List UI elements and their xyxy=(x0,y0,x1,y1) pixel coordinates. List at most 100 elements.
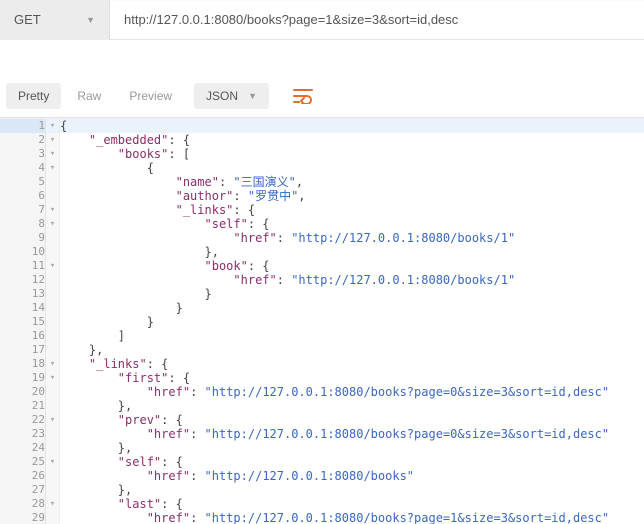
fold-toggle[interactable]: ▾ xyxy=(46,161,60,175)
code-content: ] xyxy=(60,329,644,343)
code-line[interactable]: 5 "name": "三国演义", xyxy=(0,175,644,189)
fold-toggle[interactable]: ▾ xyxy=(46,119,60,133)
fold-toggle[interactable]: ▾ xyxy=(46,497,60,511)
code-line[interactable]: 12 "href": "http://127.0.0.1:8080/books/… xyxy=(0,273,644,287)
code-line[interactable]: 21 }, xyxy=(0,399,644,413)
line-number: 21 xyxy=(0,399,46,413)
fold-toggle xyxy=(46,385,60,399)
code-line[interactable]: 8▾ "self": { xyxy=(0,217,644,231)
code-line[interactable]: 9 "href": "http://127.0.0.1:8080/books/1… xyxy=(0,231,644,245)
code-line[interactable]: 28▾ "last": { xyxy=(0,497,644,511)
body-format-select[interactable]: JSON ▼ xyxy=(194,83,269,109)
line-number: 26 xyxy=(0,469,46,483)
fold-toggle xyxy=(46,189,60,203)
fold-toggle[interactable]: ▾ xyxy=(46,413,60,427)
line-number: 8 xyxy=(0,217,46,231)
code-content: "href": "http://127.0.0.1:8080/books/1" xyxy=(60,231,644,245)
line-number: 15 xyxy=(0,315,46,329)
tab-raw[interactable]: Raw xyxy=(65,83,113,109)
code-line[interactable]: 14 } xyxy=(0,301,644,315)
http-method-select[interactable]: GET ▼ xyxy=(0,0,110,40)
code-line[interactable]: 18▾ "_links": { xyxy=(0,357,644,371)
line-number: 9 xyxy=(0,231,46,245)
code-content: "_embedded": { xyxy=(60,133,644,147)
line-number: 12 xyxy=(0,273,46,287)
code-content: }, xyxy=(60,483,644,497)
code-content: "_links": { xyxy=(60,203,644,217)
line-number: 10 xyxy=(0,245,46,259)
code-line[interactable]: 6 "author": "罗贯中", xyxy=(0,189,644,203)
url-input[interactable] xyxy=(110,1,644,39)
fold-toggle[interactable]: ▾ xyxy=(46,217,60,231)
code-content: "book": { xyxy=(60,259,644,273)
fold-toggle xyxy=(46,441,60,455)
code-lines: 1▾{2▾ "_embedded": {3▾ "books": [4▾ {5 "… xyxy=(0,119,644,524)
line-number: 23 xyxy=(0,427,46,441)
fold-toggle xyxy=(46,231,60,245)
code-content: } xyxy=(60,287,644,301)
code-line[interactable]: 2▾ "_embedded": { xyxy=(0,133,644,147)
code-content: }, xyxy=(60,441,644,455)
code-line[interactable]: 20 "href": "http://127.0.0.1:8080/books?… xyxy=(0,385,644,399)
code-line[interactable]: 22▾ "prev": { xyxy=(0,413,644,427)
code-line[interactable]: 27 }, xyxy=(0,483,644,497)
code-content: "prev": { xyxy=(60,413,644,427)
code-line[interactable]: 26 "href": "http://127.0.0.1:8080/books" xyxy=(0,469,644,483)
request-bar: GET ▼ xyxy=(0,0,644,40)
line-number: 14 xyxy=(0,301,46,315)
line-number: 19 xyxy=(0,371,46,385)
line-number: 3 xyxy=(0,147,46,161)
code-line[interactable]: 13 } xyxy=(0,287,644,301)
code-content: "self": { xyxy=(60,455,644,469)
code-content: { xyxy=(60,119,644,133)
fold-toggle xyxy=(46,301,60,315)
code-line[interactable]: 10 }, xyxy=(0,245,644,259)
code-line[interactable]: 11▾ "book": { xyxy=(0,259,644,273)
line-number: 17 xyxy=(0,343,46,357)
code-line[interactable]: 17 }, xyxy=(0,343,644,357)
line-number: 22 xyxy=(0,413,46,427)
code-content: "href": "http://127.0.0.1:8080/books?pag… xyxy=(60,427,644,441)
code-content: } xyxy=(60,301,644,315)
fold-toggle xyxy=(46,343,60,357)
fold-toggle[interactable]: ▾ xyxy=(46,371,60,385)
line-number: 4 xyxy=(0,161,46,175)
fold-toggle[interactable]: ▾ xyxy=(46,357,60,371)
code-line[interactable]: 23 "href": "http://127.0.0.1:8080/books?… xyxy=(0,427,644,441)
code-content: "author": "罗贯中", xyxy=(60,189,644,203)
code-line[interactable]: 3▾ "books": [ xyxy=(0,147,644,161)
code-content: { xyxy=(60,161,644,175)
line-number: 11 xyxy=(0,259,46,273)
code-content: "_links": { xyxy=(60,357,644,371)
fold-toggle[interactable]: ▾ xyxy=(46,133,60,147)
code-line[interactable]: 7▾ "_links": { xyxy=(0,203,644,217)
code-content: "first": { xyxy=(60,371,644,385)
code-line[interactable]: 15 } xyxy=(0,315,644,329)
code-content: "href": "http://127.0.0.1:8080/books?pag… xyxy=(60,385,644,399)
line-number: 27 xyxy=(0,483,46,497)
fold-toggle[interactable]: ▾ xyxy=(46,147,60,161)
code-line[interactable]: 24 }, xyxy=(0,441,644,455)
wrap-lines-button[interactable] xyxy=(289,82,317,110)
fold-toggle xyxy=(46,427,60,441)
response-view-bar: Pretty Raw Preview JSON ▼ xyxy=(0,75,644,118)
code-line[interactable]: 29 "href": "http://127.0.0.1:8080/books?… xyxy=(0,511,644,524)
line-number: 6 xyxy=(0,189,46,203)
line-number: 29 xyxy=(0,511,46,524)
fold-toggle[interactable]: ▾ xyxy=(46,455,60,469)
code-content: } xyxy=(60,315,644,329)
tab-pretty[interactable]: Pretty xyxy=(6,83,61,109)
code-line[interactable]: 4▾ { xyxy=(0,161,644,175)
line-number: 1 xyxy=(0,119,46,133)
code-line[interactable]: 25▾ "self": { xyxy=(0,455,644,469)
code-line[interactable]: 16 ] xyxy=(0,329,644,343)
fold-toggle[interactable]: ▾ xyxy=(46,203,60,217)
fold-toggle xyxy=(46,329,60,343)
code-line[interactable]: 1▾{ xyxy=(0,119,644,133)
response-body[interactable]: 1▾{2▾ "_embedded": {3▾ "books": [4▾ {5 "… xyxy=(0,118,644,524)
fold-toggle[interactable]: ▾ xyxy=(46,259,60,273)
tab-preview[interactable]: Preview xyxy=(117,83,184,109)
code-content: "books": [ xyxy=(60,147,644,161)
code-line[interactable]: 19▾ "first": { xyxy=(0,371,644,385)
line-number: 25 xyxy=(0,455,46,469)
